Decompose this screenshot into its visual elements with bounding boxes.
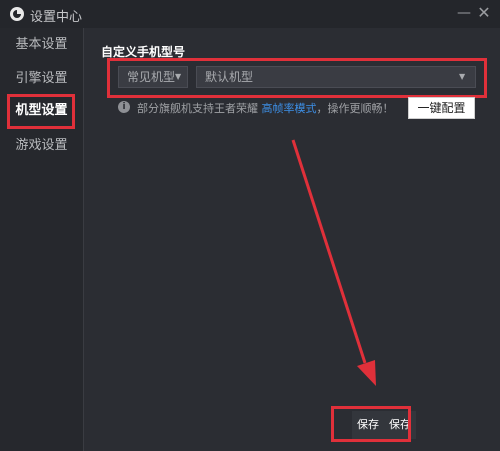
app-logo-icon [10,7,24,21]
info-icon: i [118,101,130,113]
title-bar: 设置中心 — ✕ [0,0,500,28]
sidebar-item-basic[interactable]: 基本设置 [0,30,83,60]
sidebar-item-engine[interactable]: 引擎设置 [0,64,83,94]
sidebar: 基本设置 引擎设置 机型设置 游戏设置 [0,28,84,451]
close-icon[interactable]: ✕ [474,3,494,23]
tip-text: 部分旗舰机支持王者荣耀 高帧率模式，操作更顺畅！ [137,100,394,116]
high-fps-mode-link[interactable]: 高帧率模式 [262,102,317,115]
settings-window: 设置中心 — ✕ 基本设置 引擎设置 机型设置 游戏设置 自定义手机型号 常见机… [0,0,500,451]
tip-suffix: ，操作更顺畅！ [316,102,394,115]
one-key-config-button[interactable]: 一键配置 [408,97,475,119]
minimize-icon[interactable]: — [454,3,474,23]
tip-prefix: 部分旗舰机支持王者荣耀 [137,102,262,115]
sidebar-item-game[interactable]: 游戏设置 [0,131,83,161]
highlight-box-selects [107,58,487,98]
window-title: 设置中心 [30,10,83,25]
highlight-box-sidebar [7,94,75,129]
highlight-box-save [331,406,411,442]
